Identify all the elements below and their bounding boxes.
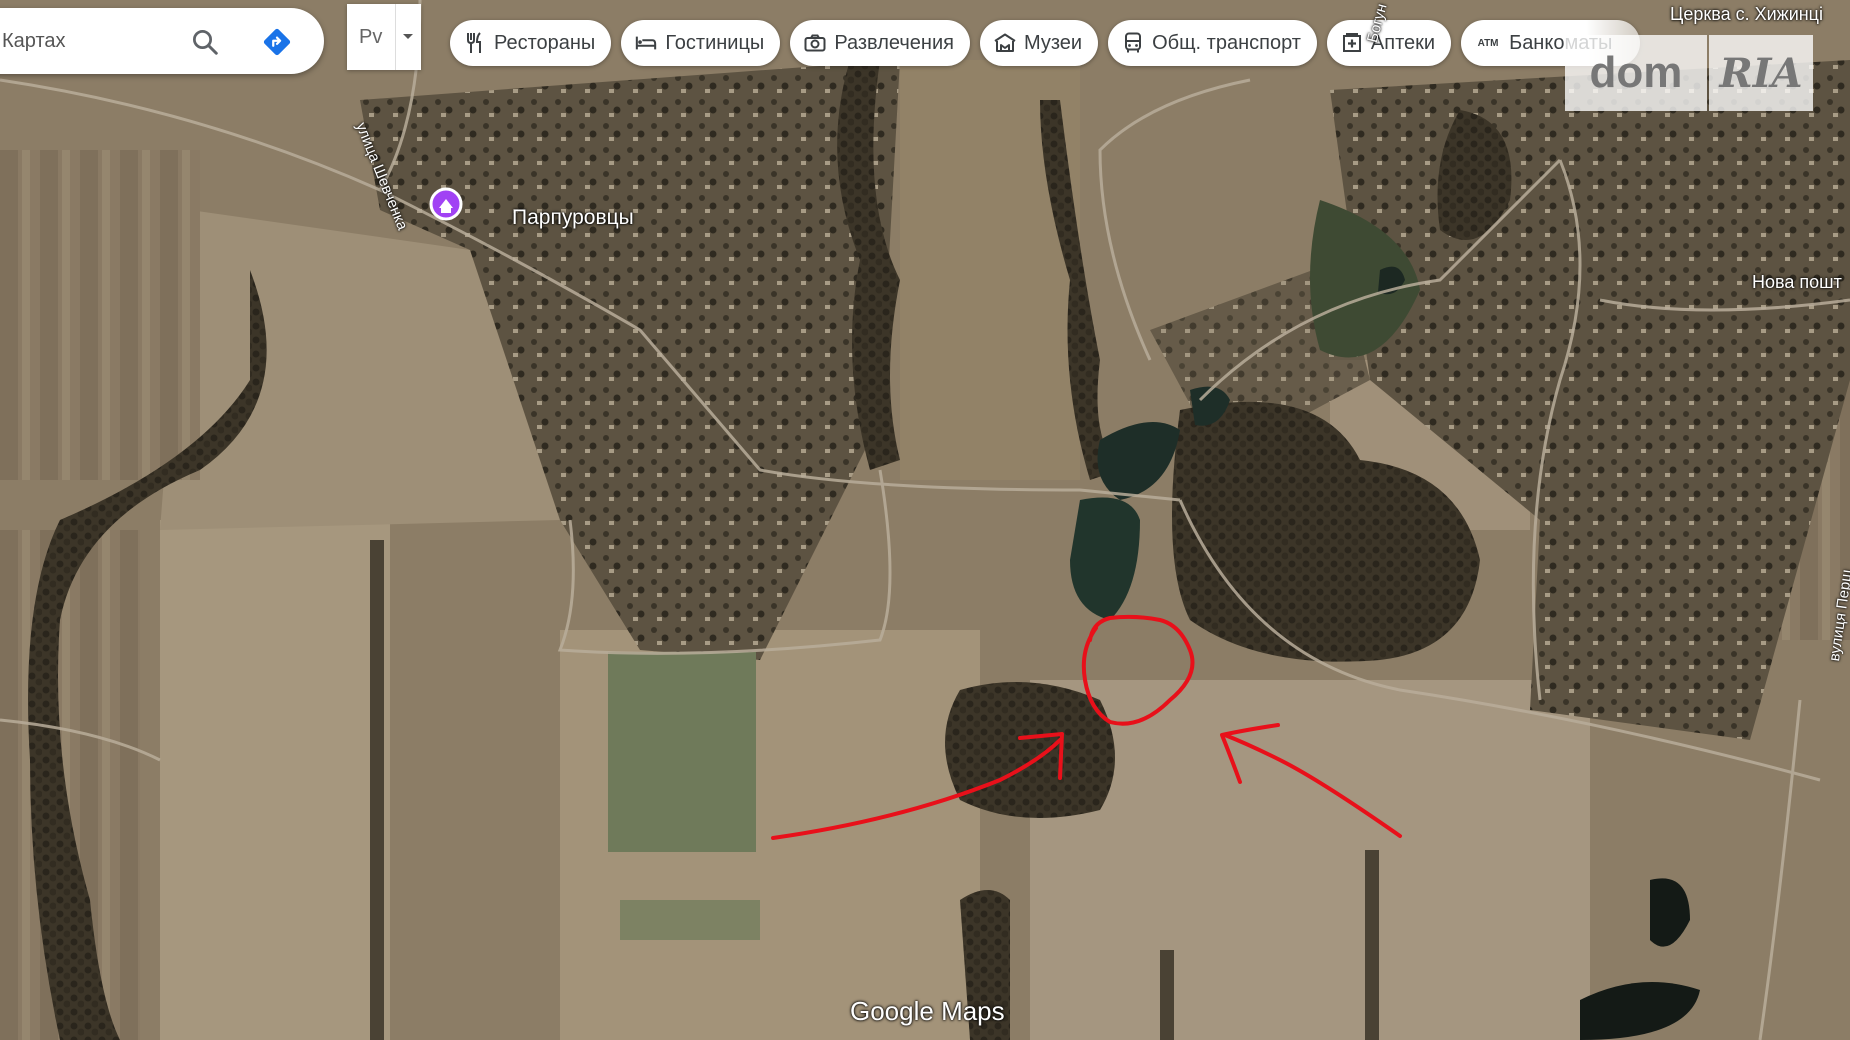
directions-icon[interactable]	[262, 27, 292, 57]
chip-hotels[interactable]: Гостиницы	[621, 20, 781, 66]
chip-label: Гостиницы	[665, 31, 765, 54]
nova-post-label[interactable]: Нова пошт	[1752, 272, 1842, 293]
chip-label: Общ. транспорт	[1152, 31, 1301, 54]
layer-select-label: Рv	[359, 25, 383, 48]
chip-label: Музеи	[1023, 31, 1083, 54]
chip-label: Рестораны	[494, 31, 596, 54]
camera-icon	[804, 32, 826, 54]
museum-icon	[994, 32, 1016, 54]
fork-knife-icon	[464, 32, 486, 54]
satellite-map[interactable]	[0, 0, 1850, 1040]
search-box[interactable]	[0, 8, 324, 74]
chip-restaurants[interactable]: Рестораны	[450, 20, 612, 66]
search-icon[interactable]	[190, 27, 220, 57]
bus-icon	[1122, 32, 1144, 54]
logo-dom: dom	[1565, 35, 1707, 111]
chevron-down-icon[interactable]	[395, 4, 420, 70]
chip-transit[interactable]: Общ. транспорт	[1108, 20, 1317, 66]
logo-ria: RIA	[1709, 35, 1813, 111]
village-label[interactable]: Парпуровцы	[512, 206, 634, 230]
atm-icon: ATM	[1477, 37, 1499, 49]
chip-pharmacies[interactable]: Аптеки	[1326, 20, 1452, 66]
domria-watermark: dom RIA	[1565, 35, 1813, 111]
chip-entertainment[interactable]: Развлечения	[790, 20, 970, 66]
place-pin-icon[interactable]	[429, 187, 463, 221]
google-maps-attribution: Google Maps	[850, 996, 1005, 1026]
layer-select[interactable]: Рv	[347, 4, 421, 70]
chip-museums[interactable]: Музеи	[979, 20, 1099, 66]
category-chips: Рестораны Гостиницы Развлечения Музеи Об…	[450, 20, 1641, 66]
search-input[interactable]	[0, 28, 184, 54]
bed-icon	[635, 32, 657, 54]
pharmacy-icon	[1341, 32, 1363, 54]
church-label[interactable]: Церква с. Хижинці	[1670, 4, 1823, 25]
chip-label: Развлечения	[834, 31, 954, 54]
